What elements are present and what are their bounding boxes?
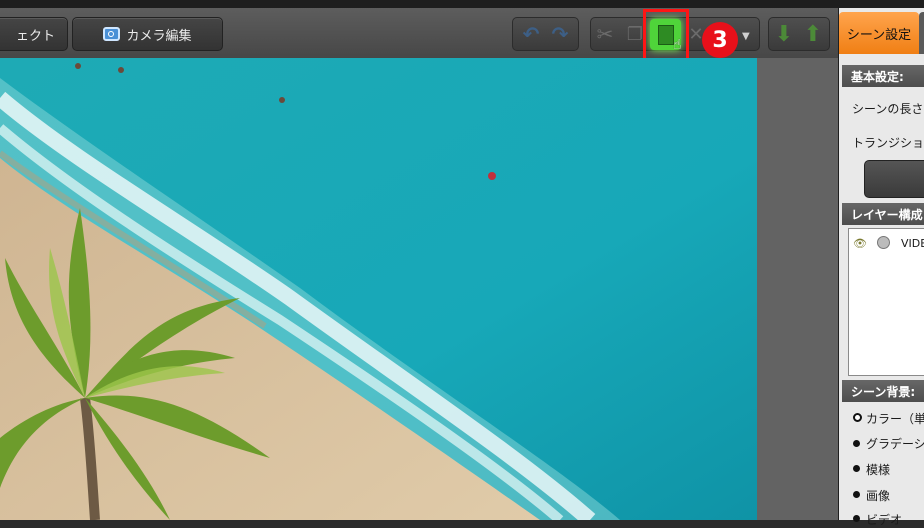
- scene-background-header: シーン背景:: [842, 380, 924, 402]
- undo-arrow-icon[interactable]: ↶: [518, 17, 544, 51]
- tab-scene-settings[interactable]: シーン設定: [839, 12, 919, 54]
- camera-icon: [103, 27, 121, 41]
- bg-option-pattern[interactable]: 模様: [866, 461, 890, 478]
- effect-button[interactable]: ェクト: [0, 17, 68, 51]
- camera-edit-button[interactable]: カメラ編集: [72, 17, 223, 51]
- green-down-arrow-icon[interactable]: ⬇: [771, 17, 797, 51]
- basic-settings-header: 基本設定:: [842, 65, 924, 87]
- scissors-icon[interactable]: ✂: [592, 17, 618, 51]
- bg-option-color[interactable]: カラー（単色: [866, 410, 924, 427]
- eye-icon[interactable]: 👁: [853, 237, 867, 250]
- tab-next[interactable]: [919, 12, 924, 54]
- radio-pattern[interactable]: [853, 465, 860, 472]
- radio-video[interactable]: [853, 515, 860, 522]
- green-up-arrow-icon[interactable]: ⬆: [800, 17, 826, 51]
- scene-length-label: シーンの長さ:: [852, 102, 924, 116]
- window-top-strip: [0, 0, 924, 8]
- chevron-down-icon[interactable]: ▼: [742, 26, 756, 46]
- layer-list[interactable]: 👁 VIDE: [848, 228, 924, 376]
- radio-color[interactable]: [853, 413, 862, 422]
- effect-button-label: ェクト: [15, 28, 55, 44]
- layer-item-label[interactable]: VIDE: [901, 237, 924, 250]
- beach-scene-image: [0, 58, 757, 520]
- highlight-box: [643, 9, 689, 61]
- bg-option-image[interactable]: 画像: [866, 487, 890, 504]
- preview-gutter: [757, 58, 838, 520]
- bg-option-gradient[interactable]: グラデーショ: [866, 435, 924, 452]
- video-preview[interactable]: [0, 58, 757, 520]
- transition-label: トランジションの: [852, 136, 924, 150]
- camera-edit-label: カメラ編集: [126, 28, 192, 44]
- layer-structure-header: レイヤー構成: [842, 203, 924, 225]
- radio-image[interactable]: [853, 491, 860, 498]
- transition-button[interactable]: [864, 160, 924, 198]
- main-toolbar: ェクト カメラ編集 ↶ ↷ ✂ ❐ ✕ ▭ ▼ ⬇ ⬆: [0, 8, 924, 59]
- hand-cursor-icon: ☝: [673, 37, 682, 53]
- step-badge: 3: [702, 22, 738, 58]
- redo-arrow-icon[interactable]: ↷: [547, 17, 573, 51]
- layer-dot-icon[interactable]: [877, 236, 890, 249]
- radio-gradient[interactable]: [853, 440, 860, 447]
